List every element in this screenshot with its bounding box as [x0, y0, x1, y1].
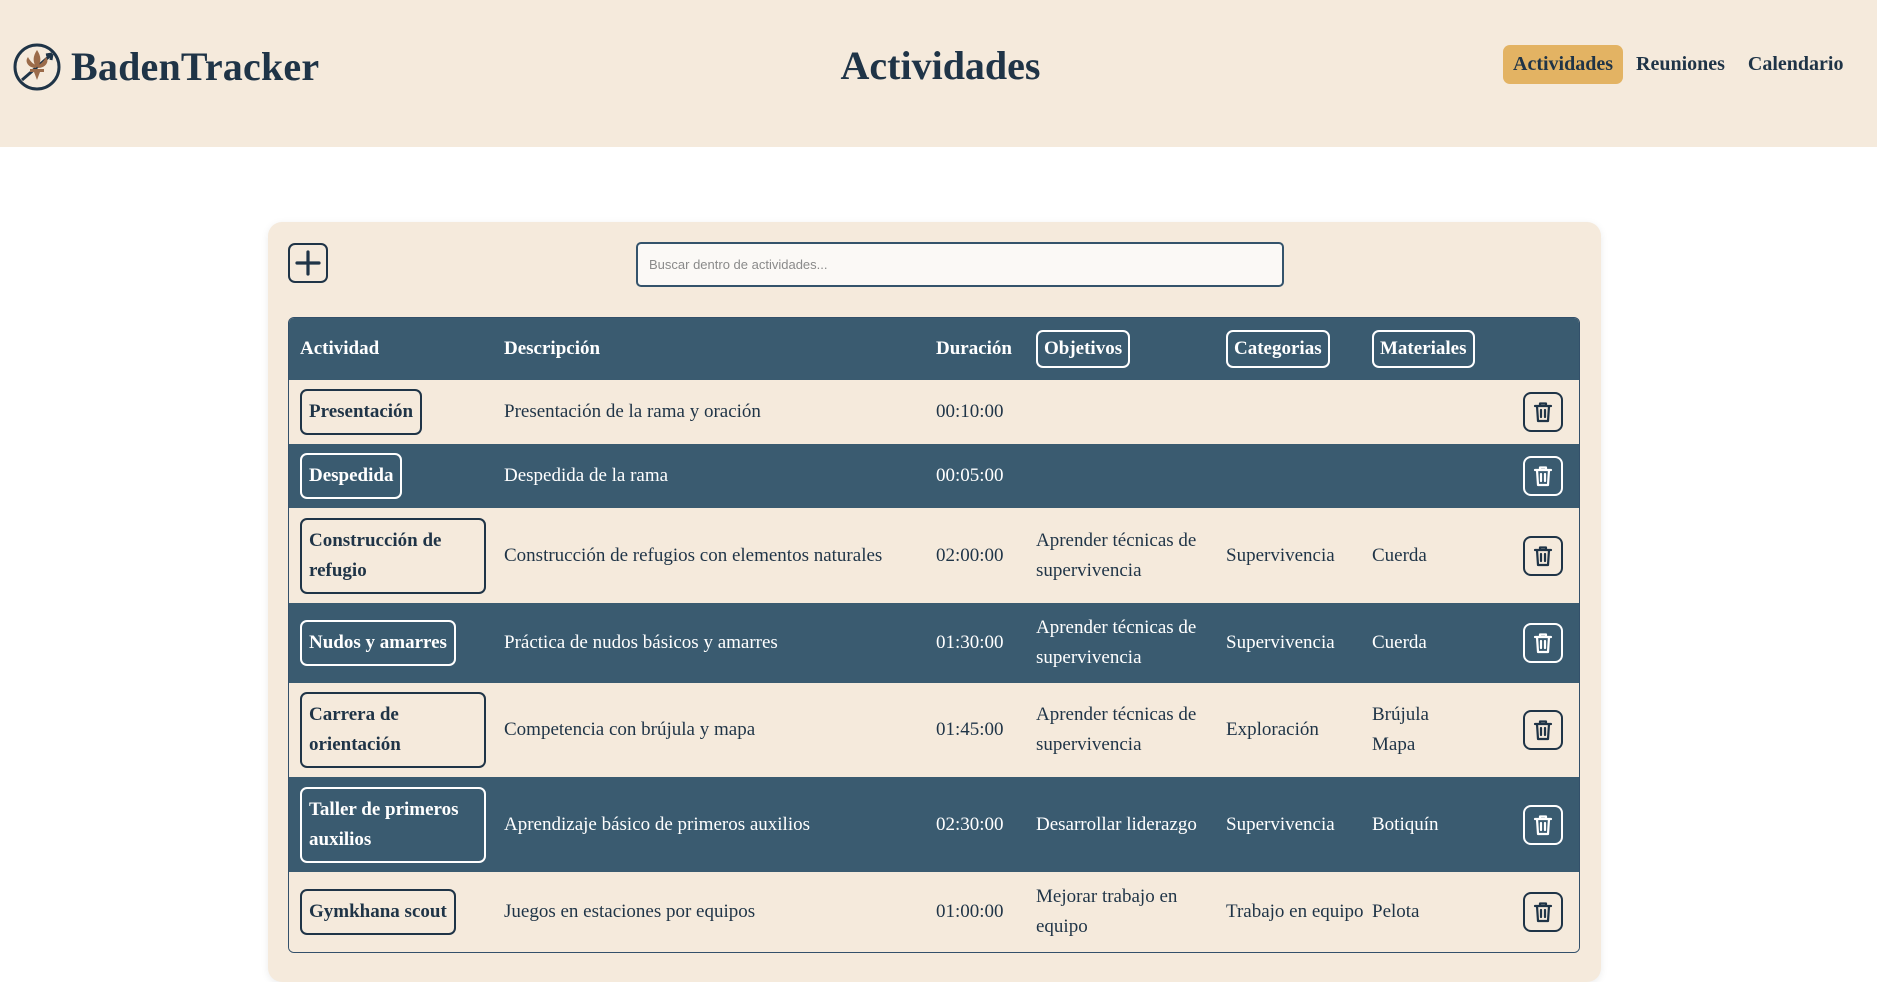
activity-description: Construcción de refugios con elementos n… [504, 544, 883, 566]
activity-name-button[interactable]: Nudos y amarres [300, 620, 456, 666]
table-row: Taller de primeros auxilios Aprendizaje … [289, 777, 1579, 872]
plus-icon [295, 250, 321, 276]
activity-categories: Exploración [1226, 719, 1319, 740]
activity-name-button[interactable]: Despedida [300, 453, 403, 499]
activity-materials: Cuerda [1372, 632, 1427, 653]
activity-duration: 00:05:00 [936, 465, 1004, 486]
delete-button[interactable] [1523, 623, 1563, 663]
activity-duration: 00:10:00 [936, 401, 1004, 422]
activity-categories: Supervivencia [1226, 632, 1335, 653]
activities-card: Actividad Descripción Duración Objetivos… [268, 222, 1601, 982]
delete-button[interactable] [1523, 535, 1563, 576]
activity-description: Presentación de la rama y oración [504, 401, 761, 422]
table-row: Presentación Presentación de la rama y o… [289, 380, 1579, 444]
activity-objectives: Desarrollar liderazgo [1036, 813, 1197, 835]
activity-description: Competencia con brújula y mapa [504, 719, 756, 740]
trash-icon [1533, 633, 1553, 654]
trash-icon [1533, 720, 1553, 741]
header-descripcion: Descripción [504, 338, 601, 359]
main-nav: Actividades Reuniones Calendario [1503, 45, 1856, 84]
activity-objectives: Aprender técnicas de supervivencia [1036, 617, 1197, 668]
delete-button[interactable] [1523, 892, 1563, 932]
activity-objectives: Aprender técnicas de supervivencia [1036, 704, 1197, 755]
activity-materials: Botiquín [1372, 813, 1439, 835]
header-actividad: Actividad [300, 338, 380, 359]
objetivos-filter-button[interactable]: Objetivos [1036, 330, 1131, 368]
nav-reuniones[interactable]: Reuniones [1626, 45, 1735, 84]
activity-duration: 01:45:00 [936, 719, 1004, 740]
activity-materials: Cuerda [1372, 544, 1427, 566]
search-input[interactable] [636, 242, 1284, 287]
table-row: Carrera de orientación Competencia con b… [289, 683, 1579, 777]
activity-materials: Brújula Mapa [1372, 704, 1429, 755]
add-activity-button[interactable] [288, 243, 328, 283]
activity-duration: 02:30:00 [936, 813, 1004, 835]
app-header: BadenTracker Actividades Actividades Reu… [0, 0, 1877, 147]
trash-icon [1533, 814, 1553, 835]
activity-categories: Supervivencia [1226, 544, 1335, 566]
table-row: Construcción de refugio Construcción de … [289, 508, 1579, 603]
materiales-filter-button[interactable]: Materiales [1372, 330, 1475, 368]
activity-duration: 01:00:00 [936, 901, 1004, 922]
delete-button[interactable] [1523, 710, 1563, 750]
trash-icon [1533, 402, 1553, 423]
delete-button[interactable] [1523, 804, 1563, 845]
activity-duration: 01:30:00 [936, 632, 1004, 653]
activity-categories: Trabajo en equipo [1226, 901, 1364, 922]
table-row: Despedida Despedida de la rama 00:05:00 [289, 444, 1579, 508]
activity-categories: Supervivencia [1226, 813, 1335, 835]
table-header: Actividad Descripción Duración Objetivos… [289, 318, 1579, 380]
activity-description: Despedida de la rama [504, 465, 669, 486]
nav-calendario[interactable]: Calendario [1738, 45, 1854, 84]
activity-materials: Pelota [1372, 901, 1420, 922]
activity-name-button[interactable]: Carrera de orientación [300, 692, 486, 768]
trash-icon [1533, 902, 1553, 923]
header-duracion: Duración [936, 338, 1012, 359]
trash-icon [1533, 545, 1553, 566]
delete-button[interactable] [1523, 392, 1563, 432]
categorias-filter-button[interactable]: Categorias [1226, 330, 1330, 368]
trash-icon [1533, 466, 1553, 487]
activity-name-button[interactable]: Gymkhana scout [300, 889, 456, 935]
nav-actividades[interactable]: Actividades [1503, 45, 1623, 84]
activities-table: Actividad Descripción Duración Objetivos… [288, 317, 1580, 953]
activity-name-button[interactable]: Taller de primeros auxilios [300, 786, 486, 863]
delete-button[interactable] [1523, 456, 1563, 496]
table-row: Nudos y amarres Práctica de nudos básico… [289, 603, 1579, 683]
activity-description: Juegos en estaciones por equipos [504, 901, 756, 922]
activity-description: Aprendizaje básico de primeros auxilios [504, 813, 811, 835]
activity-duration: 02:00:00 [936, 544, 1004, 566]
activity-name-button[interactable]: Presentación [300, 389, 423, 435]
activity-description: Práctica de nudos básicos y amarres [504, 632, 778, 653]
table-row: Gymkhana scout Juegos en estaciones por … [289, 872, 1579, 952]
activity-objectives: Aprender técnicas de supervivencia [1036, 529, 1197, 581]
activity-name-button[interactable]: Construcción de refugio [300, 517, 486, 594]
activity-objectives: Mejorar trabajo en equipo [1036, 886, 1178, 937]
